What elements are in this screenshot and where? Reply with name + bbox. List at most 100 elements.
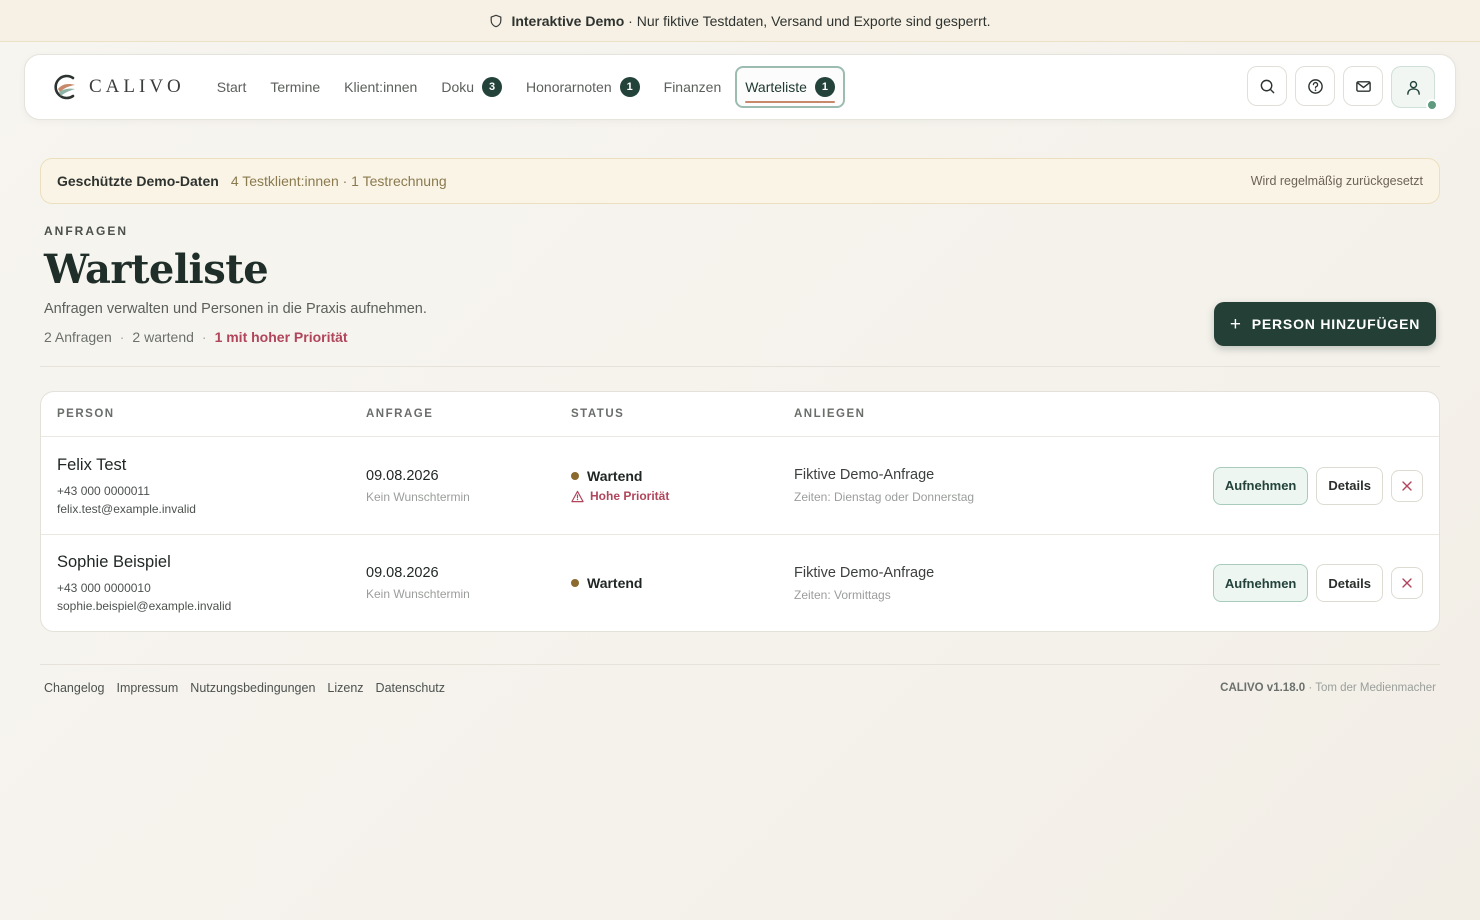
demo-info-title: Geschützte Demo-Daten <box>57 173 219 189</box>
stat-requests: 2 Anfragen <box>44 329 112 345</box>
divider <box>40 366 1440 367</box>
nav-item-finanzen[interactable]: Finanzen <box>654 66 732 108</box>
help-button[interactable] <box>1295 66 1335 106</box>
footer-link-changelog[interactable]: Changelog <box>44 681 104 695</box>
count-badge: 1 <box>814 77 835 97</box>
person-phone: +43 000 0000010 <box>57 581 151 595</box>
concern-times: Zeiten: Vormittags <box>794 587 891 602</box>
add-person-label: PERSON HINZUFÜGEN <box>1251 316 1421 332</box>
close-icon <box>1402 480 1412 491</box>
person-phone: +43 000 0000011 <box>57 483 150 498</box>
request-cell: 09.08.2026 Kein Wunschtermin <box>366 565 470 601</box>
online-status-dot <box>1426 99 1438 111</box>
top-navigation: CALIVO Start Termine Klient:innen Doku 3 … <box>24 54 1456 120</box>
mail-button[interactable] <box>1343 66 1383 106</box>
priority-badge: Hohe Priorität <box>571 489 669 503</box>
nav-items: Start Termine Klient:innen Doku 3 Honorar… <box>207 66 845 108</box>
nav-item-klientinnen[interactable]: Klient:innen <box>334 66 427 108</box>
table-header: PERSON ANFRAGE STATUS ANLIEGEN <box>41 392 1439 437</box>
nav-label: Start <box>216 79 247 95</box>
nav-item-start[interactable]: Start <box>207 66 257 108</box>
footer-link-privacy[interactable]: Datenschutz <box>376 681 445 695</box>
plus-icon: + <box>1229 313 1242 335</box>
header-anliegen: ANLIEGEN <box>794 408 866 420</box>
person-cell: Sophie Beispiel +43 000 0000010 sophie.b… <box>57 553 231 613</box>
footer: Changelog Impressum Nutzungsbedingungen … <box>44 681 1436 695</box>
demo-info-reset-note: Wird regelmäßig zurückgesetzt <box>1250 174 1423 188</box>
person-name: Felix Test <box>57 455 127 474</box>
person-email: felix.test@example.invalid <box>57 501 196 516</box>
remove-button[interactable] <box>1391 469 1423 502</box>
footer-link-terms[interactable]: Nutzungsbedingungen <box>190 681 315 695</box>
stat-separator: · <box>201 329 207 345</box>
row-actions: Aufnehmen Details <box>1212 564 1423 602</box>
status-dot <box>571 579 579 587</box>
count-badge: 3 <box>482 77 503 97</box>
details-button[interactable]: Details <box>1316 564 1383 602</box>
demo-data-notice: Geschützte Demo-Daten 4 Testklient:innen… <box>40 158 1440 204</box>
footer-link-impressum[interactable]: Impressum <box>116 681 178 695</box>
user-menu-button[interactable] <box>1391 66 1438 111</box>
stat-waiting: 2 wartend <box>132 329 194 345</box>
request-cell: 09.08.2026 Kein Wunschtermin <box>366 468 470 504</box>
close-icon <box>1402 578 1412 588</box>
status-label: Wartend <box>587 575 643 591</box>
demo-banner: Interaktive Demo · Nur fiktive Testdaten… <box>0 0 1480 42</box>
accept-button[interactable]: Aufnehmen <box>1212 466 1309 505</box>
concern-title: Fiktive Demo-Anfrage <box>794 467 935 483</box>
divider <box>40 664 1440 665</box>
person-cell: Felix Test +43 000 0000011 felix.test@ex… <box>57 456 196 516</box>
request-date: 09.08.2026 <box>366 565 439 581</box>
brand-name: CALIVO <box>89 76 185 97</box>
add-person-button[interactable]: + PERSON HINZUFÜGEN <box>1214 302 1436 346</box>
nav-label: Doku <box>441 79 475 95</box>
person-email: sophie.beispiel@example.invalid <box>57 599 232 613</box>
stat-separator: · <box>119 329 125 345</box>
concern-cell: Fiktive Demo-Anfrage Zeiten: Vormittags <box>794 565 934 602</box>
search-icon <box>1260 79 1274 93</box>
header-person: PERSON <box>57 408 115 420</box>
search-button[interactable] <box>1247 66 1287 106</box>
priority-label: Hohe Priorität <box>590 489 670 503</box>
nav-item-warteliste[interactable]: Warteliste 1 <box>735 66 845 108</box>
mail-icon <box>1355 80 1371 92</box>
demo-banner-title: Interaktive Demo <box>511 12 625 29</box>
footer-link-license[interactable]: Lizenz <box>327 681 363 695</box>
nav-label: Klient:innen <box>344 79 418 95</box>
nav-label: Warteliste <box>745 79 807 95</box>
accept-button[interactable]: Aufnehmen <box>1212 564 1309 602</box>
status-badge: Wartend <box>571 468 669 484</box>
status-label: Wartend <box>587 468 643 484</box>
nav-label: Termine <box>270 79 321 95</box>
status-badge: Wartend <box>571 575 642 591</box>
demo-info-meta: 4 Testklient:innen · 1 Testrechnung <box>230 173 447 189</box>
count-badge: 1 <box>619 77 640 97</box>
brand[interactable]: CALIVO <box>51 72 185 102</box>
waitlist-table: PERSON ANFRAGE STATUS ANLIEGEN Felix Tes… <box>40 391 1440 632</box>
warning-icon <box>571 490 584 502</box>
table-row: Sophie Beispiel +43 000 0000010 sophie.b… <box>41 534 1439 631</box>
shield-icon <box>491 14 502 27</box>
details-button[interactable]: Details <box>1316 466 1383 505</box>
status-dot <box>571 472 579 480</box>
nav-item-honorarnoten[interactable]: Honorarnoten 1 <box>516 66 650 108</box>
concern-times: Zeiten: Dienstag oder Donnerstag <box>794 490 975 504</box>
concern-title: Fiktive Demo-Anfrage <box>794 564 935 581</box>
request-note: Kein Wunschtermin <box>366 587 470 601</box>
header-status: STATUS <box>571 408 625 420</box>
user-icon <box>1406 80 1420 95</box>
page-title: Warteliste <box>44 246 269 293</box>
concern-cell: Fiktive Demo-Anfrage Zeiten: Dienstag od… <box>794 467 974 504</box>
nav-actions <box>1247 66 1438 111</box>
nav-label: Honorarnoten <box>526 79 612 95</box>
remove-button[interactable] <box>1391 567 1423 599</box>
stat-priority: 1 mit hoher Priorität <box>214 329 348 345</box>
header-anfrage: ANFRAGE <box>366 408 434 420</box>
page-eyebrow: ANFRAGEN <box>44 224 128 238</box>
nav-item-termine[interactable]: Termine <box>260 66 330 108</box>
request-date: 09.08.2026 <box>366 467 439 484</box>
request-note: Kein Wunschtermin <box>366 489 470 504</box>
person-name: Sophie Beispiel <box>57 553 171 571</box>
author-label: · Tom der Medienmacher <box>1305 682 1436 694</box>
nav-item-doku[interactable]: Doku 3 <box>431 66 512 108</box>
